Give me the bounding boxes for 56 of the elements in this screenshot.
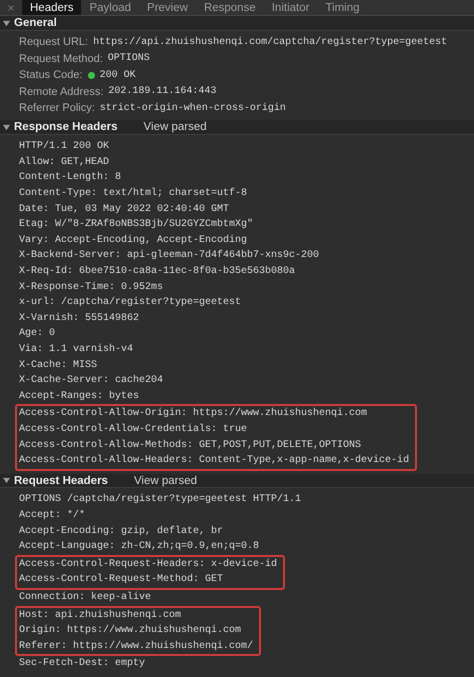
tab[interactable]: Response — [196, 0, 264, 16]
header-line: Access-Control-Allow-Origin: https://www.zhuishushenqi.com — [19, 406, 368, 422]
header-line: Allow: GET,HEAD — [19, 156, 110, 170]
section-title: Response Headers — [14, 121, 118, 134]
field-value: 200 OK — [100, 70, 136, 81]
header-line: Access-Control-Allow-Methods: GET,POST,PUT,DELETE,OPTIONS — [19, 438, 362, 452]
header-line: Referer: https://www.zhuishushenqi.com/ — [19, 640, 254, 654]
header-line: X-Response-Time: 0.952ms — [19, 280, 164, 295]
field-label: Request URL: — [19, 36, 88, 48]
expand-triangle-icon[interactable] — [3, 20, 10, 27]
header-line: Access-Control-Allow-Headers: Content-Type,x-app-name,x-device-id — [19, 454, 410, 468]
view-parsed-link[interactable]: View parsed — [144, 121, 207, 134]
header-line: Date: Tue, 03 May 2022 02:40:40 GMT — [19, 202, 230, 217]
header-line: HTTP/1.1 200 OK — [19, 140, 110, 154]
expand-triangle-icon[interactable] — [3, 477, 10, 484]
header-line: Content-Type: text/html; charset=utf-8 — [19, 186, 248, 201]
header-line: Access-Control-Request-Method: GET — [19, 572, 224, 588]
header-line: Accept-Ranges: bytes — [19, 390, 140, 404]
header-line: Accept: */* — [19, 508, 86, 524]
header-line: Origin: https://www.zhuishushenqi.com — [19, 624, 242, 638]
header-line: X-Cache: MISS — [19, 358, 98, 373]
tab[interactable]: Headers — [22, 0, 82, 16]
header-line: X-Backend-Server: api-gleeman-7d4f464bb7-xns9c-200 — [19, 248, 320, 264]
field-value: strict-origin-when-cross-origin — [100, 102, 286, 114]
field-value: OPTIONS — [108, 53, 150, 64]
header-line: X-Req-Id: 6bee7510-ca8a-11ec-8f0a-b35e563b080a — [19, 264, 296, 279]
header-line: X-Varnish: 555149862 — [19, 312, 140, 326]
field-value: 202.189.11.164:443 — [108, 86, 216, 98]
expand-triangle-icon[interactable] — [3, 124, 10, 131]
header-line: Content-Length: 8 — [19, 170, 122, 186]
header-line: Sec-Fetch-Dest: empty — [19, 656, 146, 672]
header-line: X-Cache-Server: cache204 — [19, 374, 164, 388]
header-line: Age: 0 — [19, 327, 56, 342]
section-title: Request Headers — [14, 474, 108, 487]
view-parsed-link[interactable]: View parsed — [134, 474, 198, 487]
tab[interactable]: Timing — [317, 0, 368, 16]
field-label: Status Code: — [19, 69, 83, 82]
tab[interactable]: Preview — [139, 0, 196, 16]
field-label: Referrer Policy: — [19, 102, 95, 114]
field-label: Remote Address: — [19, 86, 104, 98]
header-line: Via: 1.1 varnish-v4 — [19, 342, 134, 357]
tab[interactable]: Initiator — [264, 0, 318, 16]
header-line: Connection: keep-alive — [19, 590, 152, 606]
header-line: Accept-Language: zh-CN,zh;q=0.9,en;q=0.8 — [19, 540, 260, 554]
header-line: OPTIONS /captcha/register?type=geetest HTTP/1.1 — [19, 492, 302, 508]
header-line: Access-Control-Request-Headers: x-device-id — [19, 558, 278, 572]
tab[interactable]: Payload — [81, 0, 140, 16]
header-line: Host: api.zhuishushenqi.com — [19, 608, 182, 623]
field-label: Request Method: — [19, 52, 103, 65]
field-value: https://api.zhuishushenqi.com/captcha/register?type=geetest — [93, 36, 448, 48]
header-line: Access-Control-Allow-Credentials: true — [19, 422, 248, 437]
header-line: x-url: /captcha/register?type=geetest — [19, 296, 242, 310]
header-line: Vary: Accept-Encoding, Accept-Encoding — [19, 234, 248, 248]
header-line: Etag: W/"8-ZRAf8oNBS3Bjb/SU2GYZCmbtmXg" — [19, 218, 254, 232]
section-title: General — [14, 17, 57, 30]
header-line: Accept-Encoding: gzip, deflate, br — [19, 524, 224, 539]
